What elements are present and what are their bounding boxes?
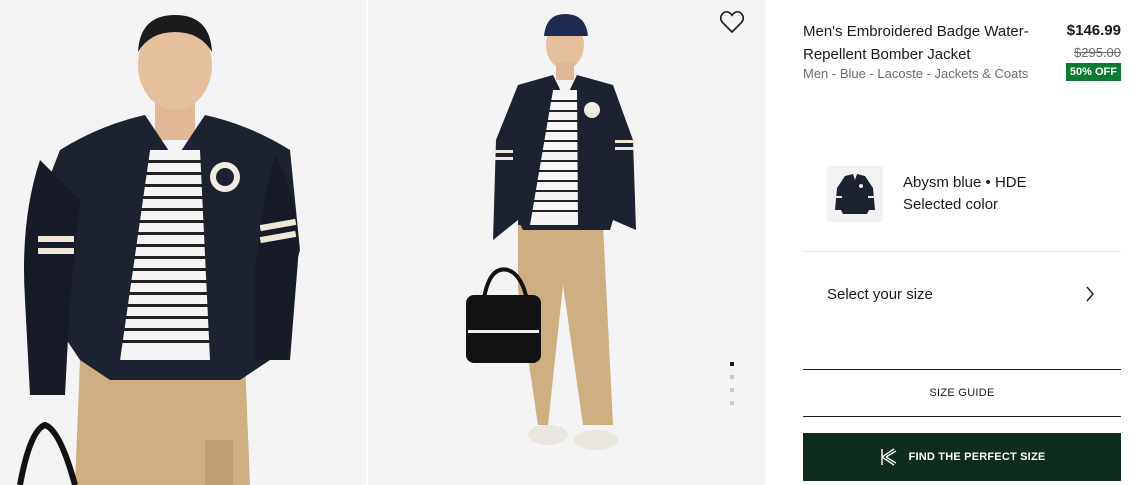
jacket-thumbnail-image [835,174,875,214]
size-guide-button[interactable]: SIZE GUIDE [803,369,1121,417]
find-perfect-size-button[interactable]: FIND THE PERFECT SIZE [803,433,1121,481]
chevron-right-icon [1086,286,1094,302]
original-price: $295.00 [1074,45,1121,60]
product-photo-secondary[interactable] [368,0,765,485]
size-selector-label: Select your size [827,286,933,303]
model-closeup-image [0,0,366,485]
product-breadcrumb[interactable]: Men - Blue - Lacoste - Jackets & Coats [803,66,1063,81]
gallery-dot[interactable] [730,362,734,366]
gallery-dot[interactable] [730,388,734,392]
heart-icon[interactable] [719,10,745,34]
find-perfect-size-label: FIND THE PERFECT SIZE [908,451,1046,463]
color-selector[interactable]: Abysm blue • HDE Selected color [827,166,1117,222]
product-gallery [0,0,765,485]
current-price: $146.99 [1066,22,1121,39]
kiwi-logo-icon [880,448,896,466]
discount-badge: 50% OFF [1065,63,1121,81]
gallery-pagination [730,362,736,414]
selected-color-caption: Selected color [903,196,999,213]
product-photo-main[interactable] [0,0,366,485]
product-title: Men's Embroidered Badge Water-Repellent … [803,23,1029,63]
model-fullbody-image [368,0,765,485]
gallery-dot[interactable] [730,375,734,379]
size-selector[interactable]: Select your size [803,266,1121,324]
product-info-panel: Men's Embroidered Badge Water-Repellent … [765,0,1133,485]
divider [803,251,1121,252]
gallery-dot[interactable] [730,401,734,405]
color-swatch-thumbnail[interactable] [827,166,883,222]
selected-color-name: Abysm blue • HDE [903,174,1027,191]
